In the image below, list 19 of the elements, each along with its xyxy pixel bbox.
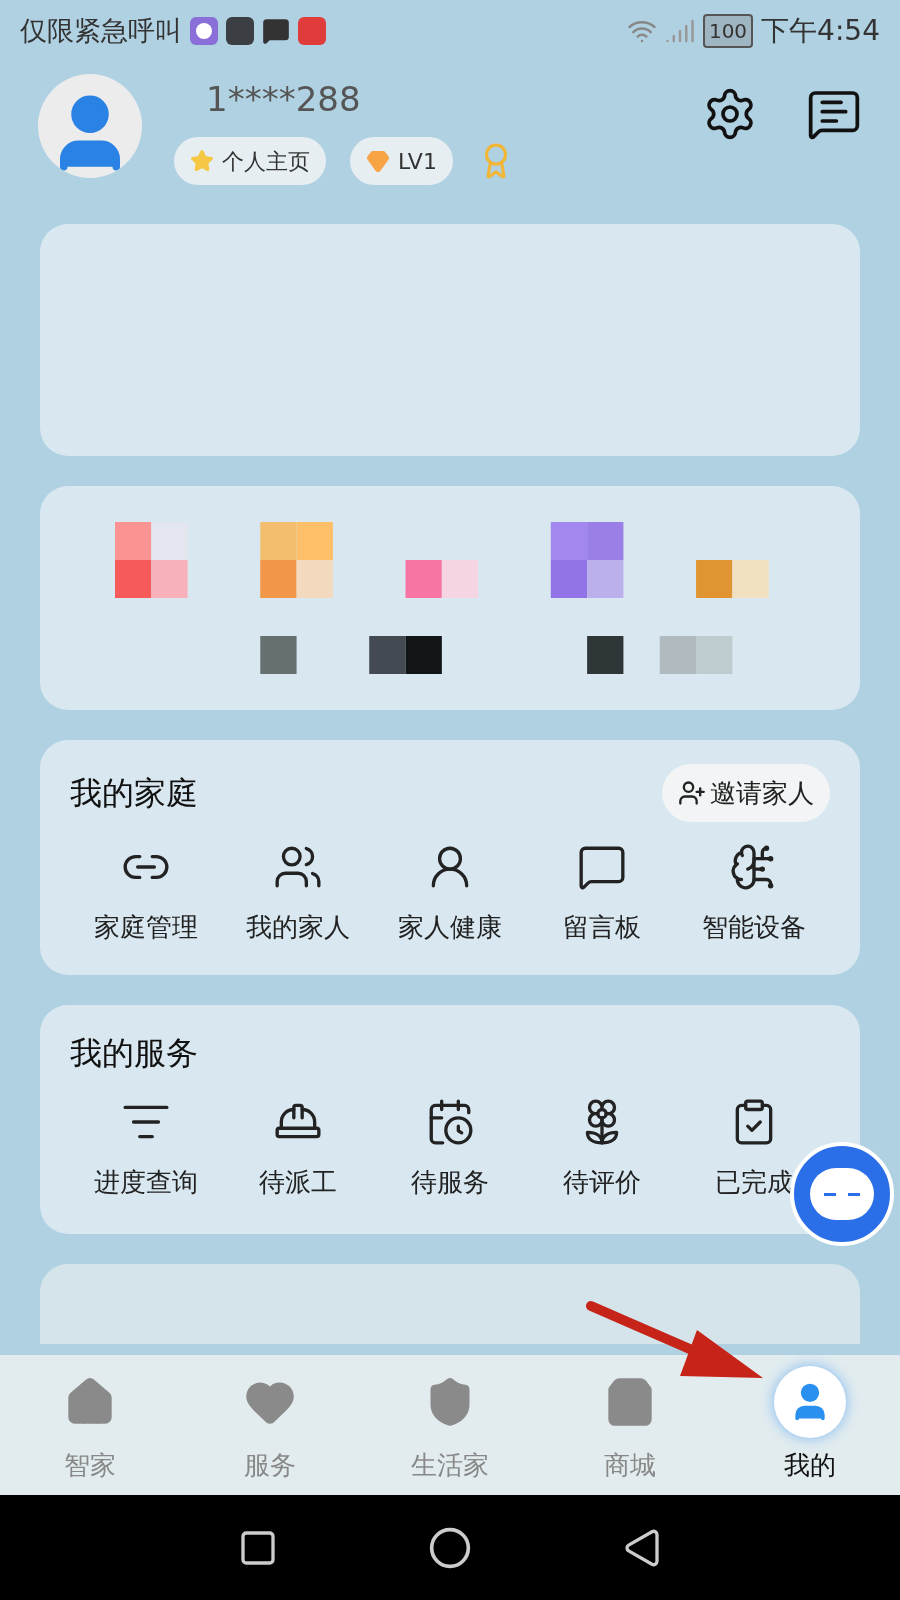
username: 1****288 xyxy=(205,78,362,121)
item-label[interactable]: 已完成 xyxy=(715,1163,793,1202)
item-label[interactable]: 家人健康 xyxy=(398,908,502,947)
carrier-text: 仅限紧急呼叫 xyxy=(20,13,182,48)
section-title: 我的服务 xyxy=(70,1034,198,1072)
item-label[interactable]: 智能设备 xyxy=(702,908,806,947)
battery-indicator: 100 xyxy=(702,14,754,48)
item-label[interactable]: 进度查询 xyxy=(94,1163,198,1202)
invite-button[interactable]: 邀请家人 xyxy=(662,764,830,822)
item-label[interactable]: 我的家人 xyxy=(246,908,350,947)
section-title: 我的家庭 xyxy=(70,773,198,814)
item-label[interactable]: 家庭管理 xyxy=(94,908,198,947)
item-label[interactable]: 待派工 xyxy=(259,1163,337,1202)
item-label[interactable]: 待评价 xyxy=(563,1163,641,1202)
level-badge[interactable]: LV1 xyxy=(350,137,453,185)
homepage-button[interactable]: 个人主页 xyxy=(174,137,326,185)
item-label[interactable]: 留言板 xyxy=(563,908,641,947)
clock-time: 下午4:54 xyxy=(761,13,880,49)
item-label[interactable]: 待服务 xyxy=(411,1163,489,1202)
